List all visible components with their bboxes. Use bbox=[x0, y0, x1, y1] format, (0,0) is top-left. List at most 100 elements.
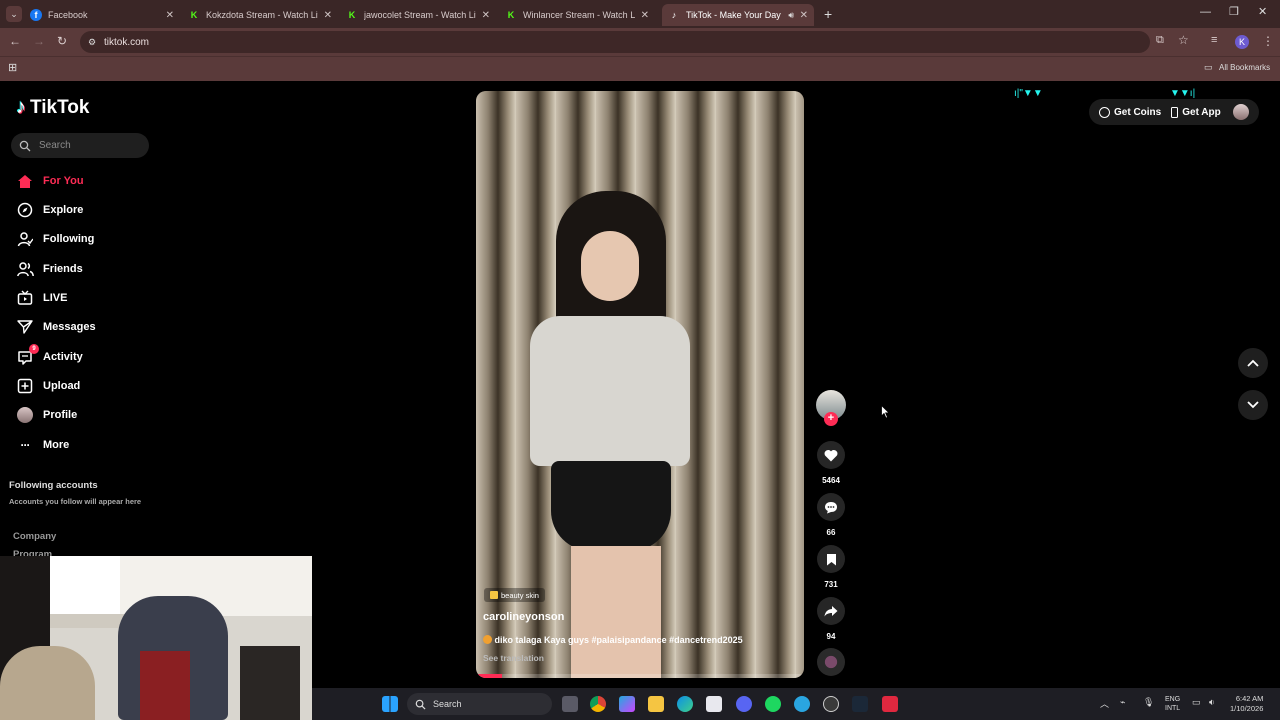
sidebar-item-label: More bbox=[43, 439, 70, 451]
all-bookmarks-link[interactable]: All Bookmarks bbox=[1219, 63, 1270, 72]
sidebar-item-friends[interactable]: Friends bbox=[16, 258, 186, 280]
minimize-button[interactable]: — bbox=[1200, 6, 1211, 18]
sidebar-item-label: Friends bbox=[43, 263, 83, 275]
discord-icon[interactable] bbox=[736, 696, 752, 712]
close-tab-icon[interactable]: ✕ bbox=[482, 10, 490, 21]
company-link[interactable]: Company bbox=[13, 531, 56, 542]
clock-date: 1/10/2026 bbox=[1230, 704, 1264, 713]
previous-video-button[interactable] bbox=[1238, 348, 1268, 378]
url-bar[interactable]: ⚙ tiktok.com bbox=[80, 31, 1150, 53]
bookmark-star-icon[interactable]: ☆ bbox=[1178, 33, 1189, 47]
follow-plus-icon[interactable]: + bbox=[824, 412, 838, 426]
close-tab-icon[interactable]: ✕ bbox=[324, 10, 332, 21]
browser-menu-icon[interactable]: ⋮ bbox=[1262, 34, 1274, 48]
sidebar-item-profile[interactable]: Profile bbox=[16, 404, 186, 426]
creator-avatar-button[interactable]: + bbox=[815, 390, 847, 426]
see-translation-link[interactable]: See translation bbox=[483, 653, 544, 663]
sidebar-item-for-you[interactable]: For You bbox=[16, 170, 186, 192]
comment-button[interactable]: 66 bbox=[815, 493, 847, 537]
get-app-button[interactable]: Get App bbox=[1171, 106, 1221, 118]
video-subject bbox=[516, 191, 696, 678]
tray-network-icon[interactable]: ⌁ bbox=[1120, 697, 1125, 708]
sidebar-item-live[interactable]: LIVE bbox=[16, 287, 186, 309]
sidebar-item-activity[interactable]: 9 Activity bbox=[16, 344, 186, 368]
tab-winlancer[interactable]: K Winlancer Stream - Watch Live ✕ bbox=[505, 4, 655, 26]
following-accounts-subtitle: Accounts you follow will appear here bbox=[9, 497, 142, 506]
taskbar-search[interactable]: Search bbox=[407, 693, 552, 715]
save-button[interactable]: 731 bbox=[815, 545, 847, 589]
close-tab-icon[interactable]: ✕ bbox=[641, 10, 649, 21]
tiktok-logo[interactable]: ♪ TikTok bbox=[16, 96, 89, 119]
chevron-down-icon bbox=[1247, 401, 1259, 409]
steam-icon[interactable] bbox=[852, 696, 868, 712]
sidebar-item-messages[interactable]: Messages bbox=[16, 316, 186, 338]
language-indicator[interactable]: ENG INTL bbox=[1165, 695, 1180, 713]
sidebar-item-upload[interactable]: Upload bbox=[16, 375, 186, 397]
apps-grid-icon[interactable]: ⊞ bbox=[8, 61, 17, 74]
sidebar-item-more[interactable]: ··· More bbox=[16, 434, 186, 456]
close-tab-icon[interactable]: ✕ bbox=[166, 10, 174, 21]
telegram-icon[interactable] bbox=[794, 696, 810, 712]
tray-volume-icon[interactable]: 🔉︎ bbox=[1209, 697, 1215, 708]
file-explorer-icon[interactable] bbox=[648, 696, 664, 712]
comment-count: 66 bbox=[826, 528, 836, 537]
tray-display-icon[interactable]: ▭ bbox=[1192, 697, 1201, 708]
copilot-icon[interactable] bbox=[619, 696, 635, 712]
search-input[interactable]: Search bbox=[11, 133, 149, 158]
following-accounts-title: Following accounts bbox=[9, 480, 98, 491]
close-tab-icon[interactable]: ✕ bbox=[800, 10, 808, 21]
chrome-icon[interactable] bbox=[590, 696, 606, 712]
app-red-icon[interactable] bbox=[882, 696, 898, 712]
profile-avatar[interactable]: K bbox=[1235, 35, 1249, 49]
music-disc-icon[interactable] bbox=[817, 648, 845, 676]
like-button[interactable]: 5464 bbox=[815, 441, 847, 485]
spotify-icon[interactable] bbox=[765, 696, 781, 712]
like-count: 5464 bbox=[822, 476, 840, 485]
restore-button[interactable]: ❐ bbox=[1229, 5, 1239, 18]
edge-icon[interactable] bbox=[677, 696, 693, 712]
media-controls-icon[interactable]: ≡ bbox=[1211, 34, 1217, 46]
tab-list-button[interactable]: ⌄ bbox=[6, 6, 22, 22]
reload-icon[interactable]: ↻ bbox=[57, 34, 67, 48]
tab-jawocolet[interactable]: K jawocolet Stream - Watch Live ✕ bbox=[346, 4, 496, 26]
speaker-icon[interactable]: 🔊︎ bbox=[788, 10, 794, 21]
site-info-icon[interactable]: ⚙ bbox=[88, 37, 96, 48]
windows-start-icon[interactable] bbox=[382, 696, 398, 712]
video-username[interactable]: carolineyonson bbox=[483, 611, 564, 623]
forward-icon[interactable]: → bbox=[33, 34, 45, 48]
messages-icon bbox=[16, 318, 34, 336]
live-icon bbox=[16, 289, 34, 307]
install-app-icon[interactable]: ⧉ bbox=[1156, 34, 1164, 47]
tray-mic-icon[interactable]: 🎙︎ bbox=[1143, 697, 1154, 708]
logo-text: TikTok bbox=[30, 96, 90, 118]
video-player[interactable]: beauty skin carolineyonson diko talaga K… bbox=[476, 91, 804, 678]
get-coins-button[interactable]: Get Coins bbox=[1099, 106, 1161, 118]
kick-icon: K bbox=[348, 10, 356, 20]
share-button[interactable]: 94 bbox=[815, 597, 847, 641]
obs-icon[interactable] bbox=[823, 696, 839, 712]
new-tab-button[interactable]: + bbox=[824, 6, 832, 22]
tab-facebook[interactable]: f Facebook ✕ bbox=[30, 4, 180, 26]
taskbar-search-label: Search bbox=[433, 699, 462, 709]
store-icon[interactable] bbox=[706, 696, 722, 712]
back-icon[interactable]: ← bbox=[9, 34, 21, 48]
webcam-overlay bbox=[0, 556, 312, 720]
tray-chevron-up-icon[interactable]: ︿ bbox=[1100, 697, 1109, 710]
video-tag[interactable]: beauty skin bbox=[484, 588, 545, 602]
tab-tiktok[interactable]: ♪ TikTok - Make Your Day 🔊︎ ✕ bbox=[662, 4, 814, 26]
tab-title: Winlancer Stream - Watch Live bbox=[523, 10, 635, 20]
bookmarks-bar: ⊞ ▭ All Bookmarks bbox=[0, 56, 1280, 81]
heart-icon bbox=[817, 441, 845, 469]
sidebar-item-following[interactable]: Following bbox=[16, 228, 186, 250]
live-wave-decoration: ı|"▼▼ bbox=[1014, 88, 1043, 99]
clock[interactable]: 6:42 AM 1/10/2026 bbox=[1230, 694, 1263, 714]
tab-kokzdota[interactable]: K Kokzdota Stream - Watch Live ✕ bbox=[188, 4, 338, 26]
user-avatar[interactable] bbox=[1232, 104, 1249, 120]
sidebar-item-explore[interactable]: Explore bbox=[16, 199, 186, 221]
next-video-button[interactable] bbox=[1238, 390, 1268, 420]
close-window-button[interactable]: ✕ bbox=[1258, 5, 1267, 18]
task-view-icon[interactable] bbox=[562, 696, 578, 712]
tab-title: Kokzdota Stream - Watch Live bbox=[206, 10, 318, 20]
video-progress-bar[interactable] bbox=[476, 674, 804, 678]
tab-title: jawocolet Stream - Watch Live bbox=[364, 10, 476, 20]
